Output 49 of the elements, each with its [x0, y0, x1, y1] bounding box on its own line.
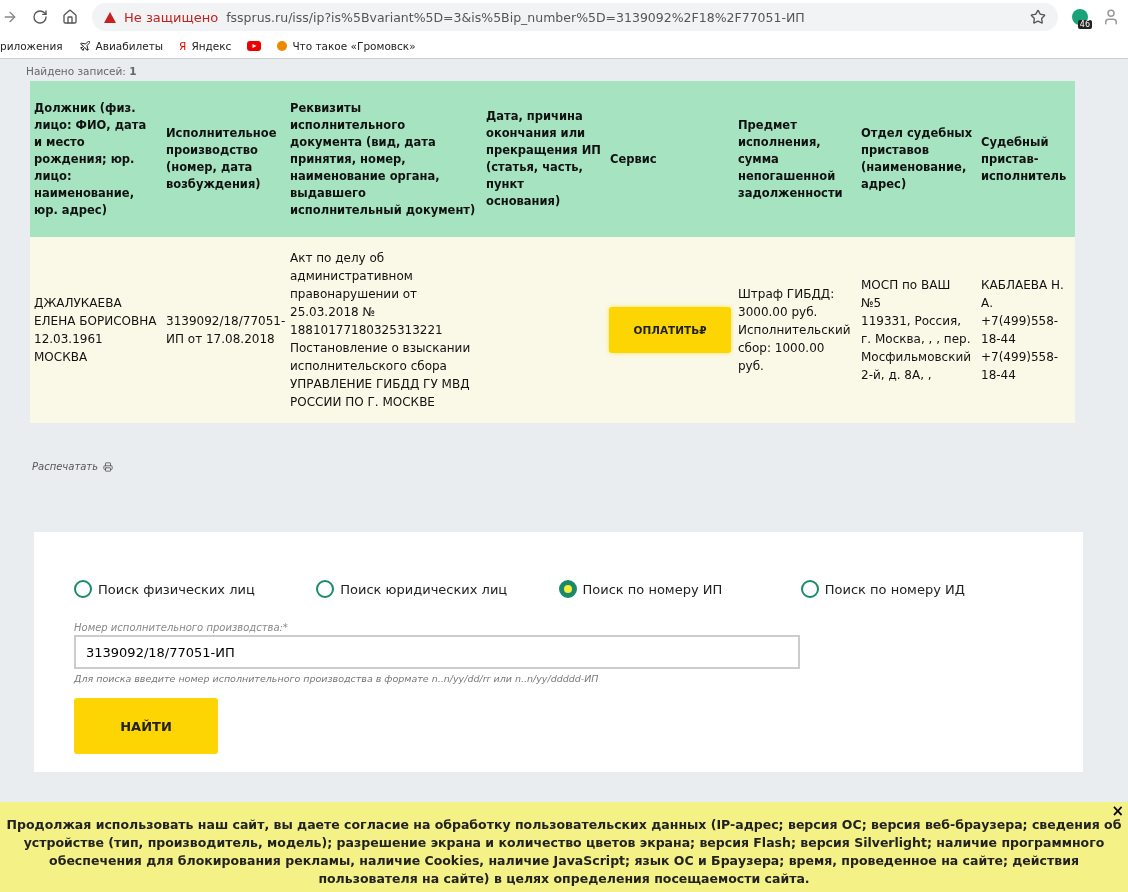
warning-icon	[104, 11, 116, 23]
field-label: Номер исполнительного производства:*	[74, 622, 289, 633]
security-warning: Не защищено	[124, 9, 219, 25]
column-header: Сервис	[606, 81, 734, 237]
radio-button[interactable]	[800, 580, 819, 598]
records-found: Найдено записей: 1	[25, 64, 138, 79]
table-cell: ДЖАЛУКАЕВА ЕЛЕНА БОРИСОВНА 12.03.1961 МОСКВА	[30, 237, 162, 423]
plane-icon	[78, 40, 91, 52]
bookmark-star-icon[interactable]	[1030, 9, 1046, 25]
radio-button[interactable]	[558, 580, 577, 598]
print-link[interactable]: Распечатать	[32, 461, 114, 472]
bookmark[interactable]: Что такое «Громовск»	[277, 40, 416, 52]
search-option[interactable]: Поиск по номеру ИП	[558, 580, 801, 598]
url-text: fssprus.ru/iss/ip?is%5Bvariant%5D=3&is%5Bip_number%5D=3139092%2F18%2F77051-ИП	[226, 9, 805, 25]
table-cell: Акт по делу об административном правонарушении от 25.03.2018 № 18810177180325313221 Постановление о взыскании исполнительского сбора УПРАВЛЕНИЕ ГИБДД ГУ МВД РОССИИ ПО Г. МОСКВЕ	[286, 237, 482, 423]
address-bar[interactable]: Не защищено fssprus.ru/iss/ip?is%5Bvariant%5D=3&is%5Bip_number%5D=3139092%2F18%2F77051-ИП	[92, 3, 1058, 31]
table-cell: КАБЛАЕВА Н. А. +7(499)558-18-44 +7(499)558-18-44	[977, 237, 1075, 423]
case-number-field[interactable]: 3139092/18/77051-ИП	[74, 635, 800, 669]
column-header: Судебный пристав-исполнитель	[977, 81, 1075, 237]
video-icon[interactable]	[247, 41, 262, 51]
table-cell: 3139092/18/77051-ИП от 17.08.2018	[162, 237, 286, 423]
bookmark[interactable]: риложения	[0, 40, 63, 52]
bookmark[interactable]: Я Яндекс	[179, 40, 232, 52]
home-icon[interactable]	[62, 9, 78, 25]
column-header: Дата, причина окончания или прекращения ИП (статья, часть, пункт основания)	[482, 81, 606, 237]
search-option[interactable]: Поиск юридических лиц	[316, 580, 559, 598]
profile-icon[interactable]	[1102, 8, 1120, 26]
search-option[interactable]: Поиск по номеру ИД	[800, 580, 1043, 598]
bookmark[interactable]: Авиабилеты	[78, 40, 164, 52]
find-button[interactable]: НАЙТИ	[74, 698, 218, 754]
radio-button[interactable]	[316, 580, 335, 598]
reload-icon[interactable]	[32, 9, 48, 25]
printer-icon	[103, 461, 114, 472]
pay-button[interactable]: ОПЛАТИТЬ₽	[609, 307, 731, 353]
extension-badge: 46	[1077, 20, 1092, 29]
radio-button[interactable]	[74, 580, 92, 598]
forward-icon[interactable]	[2, 9, 18, 25]
consent-text: Продолжая использовать наш сайт, вы даете согласие на обработку пользовательских данных (IP-адрес; версия ОС; версия веб-браузера; сведения об устройстве (тип, производитель, модель); разрешение экрана и количество цветов экрана; версия Flash; версия Silverlight; наличие программного обеспечения для блокирования рекламы, наличие Cookies, наличие JavaScript; язык ОС и Браузера; время, проведенное на сайте; действия пользователя на сайте) в целях определения посещаемости сайта.	[6, 817, 1122, 886]
table-cell: Штраф ГИБДД: 3000.00 руб. Исполнительский сбор: 1000.00 руб.	[734, 237, 857, 423]
column-header: Должник (физ. лицо: ФИО, дата и место рождения; юр. лицо: наименование, юр. адрес)	[30, 81, 162, 237]
field-hint: Для поиска введите номер исполнительного производства в формате n..n/yy/dd/rr или n..n/yy/ddddd-ИП	[74, 673, 600, 684]
column-header: Предмет исполнения, сумма непогашенной задолженности	[734, 81, 857, 237]
fruit-icon	[277, 41, 288, 51]
column-header: Реквизиты исполнительного документа (вид, дата принятия, номер, наименование органа, выдавшего исполнительный документ)	[286, 81, 482, 237]
column-header: Исполнительное производство (номер, дата возбуждения)	[162, 81, 286, 237]
column-header: Отдел судебных приставов (наименование, адрес)	[857, 81, 977, 237]
table-cell: МОСП по ВАШ №5 119331, Россия, г. Москва, , , пер. Мосфильмовский 2-й, д. 8А, ,	[857, 237, 977, 423]
close-button[interactable]: ×	[1111, 802, 1124, 820]
search-option[interactable]: Поиск физических лиц	[74, 580, 317, 598]
